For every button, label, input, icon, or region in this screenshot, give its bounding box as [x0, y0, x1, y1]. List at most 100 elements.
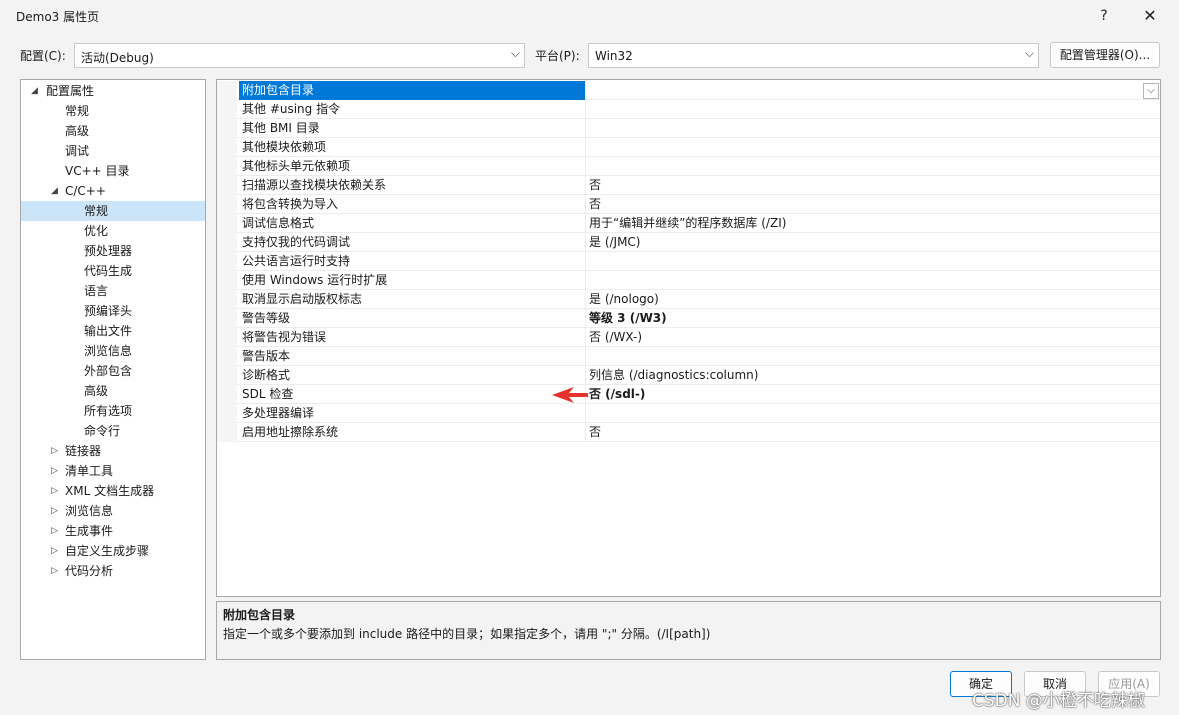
property-name[interactable]: 附加包含目录	[239, 81, 586, 100]
row-gutter	[217, 233, 237, 252]
tree-item[interactable]: VC++ 目录	[21, 161, 205, 181]
property-value[interactable]	[589, 81, 1149, 100]
property-value[interactable]: 否 (/sdl-)	[589, 385, 1149, 404]
tree-item[interactable]: 调试	[21, 141, 205, 161]
property-value[interactable]: 是 (/JMC)	[589, 233, 1149, 252]
property-row[interactable]: 调试信息格式 用于“编辑并继续”的程序数据库 (/ZI)	[217, 214, 1160, 233]
collapse-arrow-icon[interactable]: ◢	[31, 81, 38, 101]
tree-item[interactable]: 代码生成	[21, 261, 205, 281]
row-gutter	[217, 252, 237, 271]
property-value[interactable]: 否	[589, 195, 1149, 214]
expand-arrow-icon[interactable]: ▷	[51, 461, 58, 481]
tree-item[interactable]: 高级	[21, 121, 205, 141]
property-value[interactable]: 否	[589, 423, 1149, 442]
property-name[interactable]: 诊断格式	[239, 366, 586, 385]
expand-arrow-icon[interactable]: ▷	[51, 481, 58, 501]
property-value[interactable]: 是 (/nologo)	[589, 290, 1149, 309]
property-row[interactable]: 将包含转换为导入否	[217, 195, 1160, 214]
tree-item[interactable]: 常规	[21, 201, 205, 221]
property-name[interactable]: 其他 BMI 目录	[239, 119, 586, 138]
tree-item[interactable]: ▷ 自定义生成步骤	[21, 541, 205, 561]
tree-item[interactable]: ◢ 配置属性	[21, 81, 205, 101]
tree-item[interactable]: 优化	[21, 221, 205, 241]
configuration-dropdown[interactable]: 活动(Debug) ⌵	[74, 43, 525, 68]
tree-item[interactable]: ▷ 链接器	[21, 441, 205, 461]
tree-item[interactable]: 外部包含	[21, 361, 205, 381]
property-value[interactable]: 否	[589, 176, 1149, 195]
property-row[interactable]: 将警告视为错误否 (/WX-)	[217, 328, 1160, 347]
property-name[interactable]: 取消显示启动版权标志	[239, 290, 586, 309]
property-row[interactable]: 取消显示启动版权标志是 (/nologo)	[217, 290, 1160, 309]
property-row[interactable]: 诊断格式 列信息 (/diagnostics:column)	[217, 366, 1160, 385]
property-name[interactable]: 支持仅我的代码调试	[239, 233, 586, 252]
property-row[interactable]: SDL 检查否 (/sdl-)	[217, 385, 1160, 404]
property-value[interactable]	[589, 404, 1149, 423]
property-value[interactable]	[589, 157, 1149, 176]
property-value[interactable]	[589, 119, 1149, 138]
platform-dropdown[interactable]: Win32 ⌵	[588, 43, 1039, 68]
property-value[interactable]: 用于“编辑并继续”的程序数据库 (/ZI)	[589, 214, 1149, 233]
property-value[interactable]	[589, 138, 1149, 157]
tree-item[interactable]: ▷ 代码分析	[21, 561, 205, 581]
property-name[interactable]: 警告等级	[239, 309, 586, 328]
collapse-arrow-icon[interactable]: ◢	[51, 181, 58, 201]
property-row[interactable]: 多处理器编译	[217, 404, 1160, 423]
property-row[interactable]: 警告版本	[217, 347, 1160, 366]
tree-item[interactable]: 常规	[21, 101, 205, 121]
property-row[interactable]: 其他 BMI 目录	[217, 119, 1160, 138]
tree-item[interactable]: ▷ 生成事件	[21, 521, 205, 541]
property-name[interactable]: 警告版本	[239, 347, 586, 366]
tree-item[interactable]: 预编译头	[21, 301, 205, 321]
tree-item[interactable]: 所有选项	[21, 401, 205, 421]
property-value[interactable]	[589, 271, 1149, 290]
property-name[interactable]: 公共语言运行时支持	[239, 252, 586, 271]
property-name[interactable]: 其他 #using 指令	[239, 100, 586, 119]
property-name[interactable]: 将警告视为错误	[239, 328, 586, 347]
property-value[interactable]: 否 (/WX-)	[589, 328, 1149, 347]
tree-item[interactable]: 预处理器	[21, 241, 205, 261]
property-name[interactable]: 其他标头单元依赖项	[239, 157, 586, 176]
property-name[interactable]: 调试信息格式	[239, 214, 586, 233]
tree-item[interactable]: ▷ XML 文档生成器	[21, 481, 205, 501]
tree-item[interactable]: 语言	[21, 281, 205, 301]
property-value[interactable]: 等级 3 (/W3)	[589, 309, 1149, 328]
row-gutter	[217, 271, 237, 290]
expand-arrow-icon[interactable]: ▷	[51, 541, 58, 561]
property-name[interactable]: 其他模块依赖项	[239, 138, 586, 157]
tree-item[interactable]: 高级	[21, 381, 205, 401]
property-value[interactable]	[589, 347, 1149, 366]
help-icon[interactable]: ?	[1090, 4, 1118, 28]
property-name[interactable]: 多处理器编译	[239, 404, 586, 423]
close-icon[interactable]: ✕	[1136, 4, 1164, 28]
property-name[interactable]: SDL 检查	[239, 385, 586, 404]
property-row[interactable]: 扫描源以查找模块依赖关系否	[217, 176, 1160, 195]
tree-item[interactable]: 浏览信息	[21, 341, 205, 361]
property-row[interactable]: 启用地址擦除系统否	[217, 423, 1160, 442]
expand-arrow-icon[interactable]: ▷	[51, 521, 58, 541]
property-row[interactable]: 其他 #using 指令	[217, 100, 1160, 119]
expand-arrow-icon[interactable]: ▷	[51, 441, 58, 461]
tree-item[interactable]: 命令行	[21, 421, 205, 441]
property-row[interactable]: 支持仅我的代码调试是 (/JMC)	[217, 233, 1160, 252]
property-row[interactable]: 其他标头单元依赖项	[217, 157, 1160, 176]
property-row[interactable]: 警告等级 等级 3 (/W3)	[217, 309, 1160, 328]
tree-item[interactable]: 输出文件	[21, 321, 205, 341]
property-value[interactable]	[589, 252, 1149, 271]
expand-arrow-icon[interactable]: ▷	[51, 501, 58, 521]
property-value[interactable]	[589, 100, 1149, 119]
tree-item[interactable]: ▷ 清单工具	[21, 461, 205, 481]
property-row[interactable]: 附加包含目录 ⌵	[217, 81, 1160, 100]
tree-item[interactable]: ▷ 浏览信息	[21, 501, 205, 521]
tree-item[interactable]: ◢ C/C++	[21, 181, 205, 201]
property-name[interactable]: 启用地址擦除系统	[239, 423, 586, 442]
property-name[interactable]: 将包含转换为导入	[239, 195, 586, 214]
configuration-manager-button[interactable]: 配置管理器(O)...	[1050, 42, 1160, 68]
property-value[interactable]: 列信息 (/diagnostics:column)	[589, 366, 1149, 385]
property-row[interactable]: 使用 Windows 运行时扩展	[217, 271, 1160, 290]
value-dropdown-icon[interactable]: ⌵	[1143, 83, 1159, 99]
property-name[interactable]: 使用 Windows 运行时扩展	[239, 271, 586, 290]
property-name[interactable]: 扫描源以查找模块依赖关系	[239, 176, 586, 195]
expand-arrow-icon[interactable]: ▷	[51, 561, 58, 581]
property-row[interactable]: 其他模块依赖项	[217, 138, 1160, 157]
property-row[interactable]: 公共语言运行时支持	[217, 252, 1160, 271]
